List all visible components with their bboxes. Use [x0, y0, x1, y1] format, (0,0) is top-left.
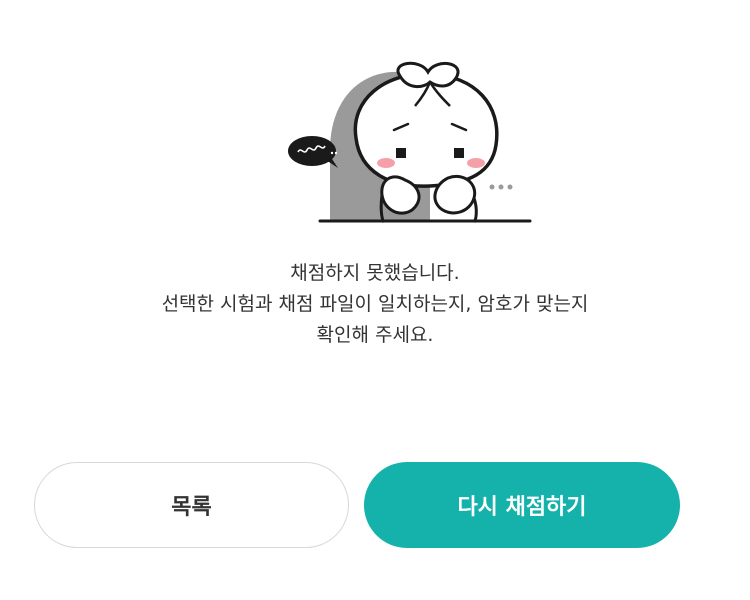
error-message-hint: 확인해 주세요. — [316, 324, 434, 346]
sad-character-icon — [288, 61, 532, 224]
sad-character-illustration — [280, 60, 540, 230]
retry-grading-button[interactable]: 다시 채점하기 — [364, 462, 680, 548]
error-message-title: 채점하지 못했습니다. — [290, 262, 460, 284]
error-message-detail: 선택한 시험과 채점 파일이 일치하는지, 암호가 맞는지 — [161, 293, 589, 315]
list-button[interactable]: 목록 — [34, 462, 349, 548]
error-message: 채점하지 못했습니다. 선택한 시험과 채점 파일이 일치하는지, 암호가 맞는… — [0, 258, 750, 351]
action-buttons: 목록 다시 채점하기 — [34, 462, 680, 550]
